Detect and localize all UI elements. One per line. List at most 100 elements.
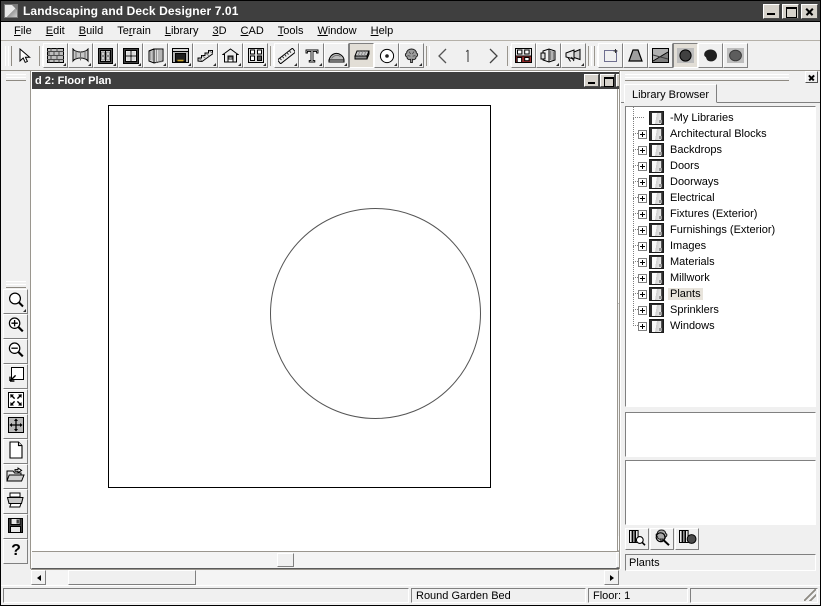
workspace-scroll-thumb[interactable] [68,570,196,585]
library-detail-list[interactable] [625,460,816,525]
zoom-out-tool[interactable] [3,339,28,364]
oval-shape[interactable] [723,43,748,68]
current-floor[interactable] [455,43,480,68]
add-to-library-button[interactable] [675,528,699,550]
expand-plus-icon[interactable] [638,226,647,235]
trapezoid-shape[interactable] [623,43,648,68]
library-tree-item[interactable]: Furnishings (Exterior) [628,222,815,238]
document-horizontal-scrollbar[interactable] [32,551,620,568]
resize-gripper-icon[interactable] [804,589,816,601]
plant-tool[interactable] [399,43,424,68]
dropdown-arrow-icon[interactable] [213,63,216,66]
library-browser-grip[interactable] [621,71,820,83]
deck-tool[interactable] [349,43,374,68]
menu-tools[interactable]: Tools [271,23,311,39]
floor-plan-canvas[interactable] [32,89,617,551]
previous-floor[interactable] [430,43,455,68]
help[interactable]: ? [3,539,28,564]
dropdown-arrow-icon[interactable] [163,63,166,66]
menu-edit[interactable]: Edit [39,23,72,39]
dropdown-arrow-icon[interactable] [188,63,191,66]
library-browser-close-button[interactable] [805,71,818,83]
library-preview-list[interactable] [625,412,816,457]
dropdown-arrow-icon[interactable] [419,63,422,66]
menu-3d[interactable]: 3D [205,23,233,39]
dropdown-arrow-icon[interactable] [23,309,26,312]
horizontal-scroll-track[interactable] [32,552,616,568]
zoom-in-tool[interactable] [3,314,28,339]
window-tool[interactable] [118,43,143,68]
library-tree-item[interactable]: Sprinklers [628,302,815,318]
workspace-scroll-left-button[interactable] [31,570,46,585]
library-tree-item[interactable]: Materials [628,254,815,270]
text-tool[interactable] [299,43,324,68]
vertical-scroll-track[interactable] [618,89,620,536]
workspace-scroll-right-button[interactable] [604,570,619,585]
menu-build[interactable]: Build [72,23,110,39]
next-floor[interactable] [480,43,505,68]
rectangle-shape[interactable] [598,43,623,68]
dropdown-arrow-icon[interactable] [88,63,91,66]
print-plan[interactable] [3,489,28,514]
document-maximize-button[interactable] [600,74,615,87]
workspace-scroll-track[interactable] [46,570,604,585]
tab-library-browser[interactable]: Library Browser [624,84,717,103]
cross-section-view[interactable] [536,43,561,68]
scroll-down-button[interactable] [618,536,620,551]
save-plan[interactable] [3,514,28,539]
roof-tool[interactable] [68,43,93,68]
library-tree-item[interactable]: Architectural Blocks [628,126,815,142]
minimize-button[interactable] [763,4,780,19]
menu-help[interactable]: Help [364,23,401,39]
circle-shape[interactable] [673,43,698,68]
zoom-tool[interactable] [3,289,28,314]
expand-plus-icon[interactable] [638,258,647,267]
fireplace-tool[interactable] [168,43,193,68]
expand-plus-icon[interactable] [638,322,647,331]
sprinkler-tool[interactable] [374,43,399,68]
menu-window[interactable]: Window [310,23,363,39]
polygon-shape[interactable] [648,43,673,68]
library-tree-item[interactable]: Plants [628,286,815,302]
kidney-shape[interactable] [698,43,723,68]
search-library-button[interactable] [625,528,649,550]
expand-plus-icon[interactable] [638,290,647,299]
library-tree-item[interactable]: Electrical [628,190,815,206]
expand-plus-icon[interactable] [638,162,647,171]
library-tree-item[interactable]: -My Libraries [628,110,815,126]
fit-to-screen-tool[interactable] [3,389,28,414]
dropdown-arrow-icon[interactable] [581,63,584,66]
expand-plus-icon[interactable] [638,130,647,139]
library-tree-item[interactable]: Doors [628,158,815,174]
floor-overview[interactable] [511,43,536,68]
menu-cad[interactable]: CAD [234,23,271,39]
dropdown-arrow-icon[interactable] [63,63,66,66]
menu-file[interactable]: FFileile [7,23,39,39]
dropdown-arrow-icon[interactable] [556,63,559,66]
expand-plus-icon[interactable] [638,274,647,283]
horizontal-scroll-thumb[interactable] [277,553,294,567]
scroll-right-button[interactable] [616,552,620,568]
expand-plus-icon[interactable] [638,146,647,155]
expand-plus-icon[interactable] [638,242,647,251]
new-plan[interactable] [3,439,28,464]
dropdown-arrow-icon[interactable] [319,63,322,66]
document-minimize-button[interactable] [584,74,599,87]
camera-view[interactable] [561,43,586,68]
dropdown-arrow-icon[interactable] [238,63,241,66]
cabinet-tool[interactable] [143,43,168,68]
library-tree-panel[interactable]: -My LibrariesArchitectural BlocksBackdro… [625,106,816,407]
dimension-tool[interactable] [274,43,299,68]
expand-plus-icon[interactable] [638,306,647,315]
dropdown-arrow-icon[interactable] [138,63,141,66]
library-tree-item[interactable]: Fixtures (Exterior) [628,206,815,222]
left-toolbar-grip-mid[interactable] [5,280,27,288]
fill-window-tool[interactable] [3,364,28,389]
document-vertical-scrollbar[interactable] [617,89,620,551]
expand-plus-icon[interactable] [638,194,647,203]
pan-tool[interactable] [3,414,28,439]
library-tree-item[interactable]: Doorways [628,174,815,190]
library-tree-item[interactable]: Images [628,238,815,254]
library-tree-item[interactable]: Millwork [628,270,815,286]
library-tree-item[interactable]: Backdrops [628,142,815,158]
